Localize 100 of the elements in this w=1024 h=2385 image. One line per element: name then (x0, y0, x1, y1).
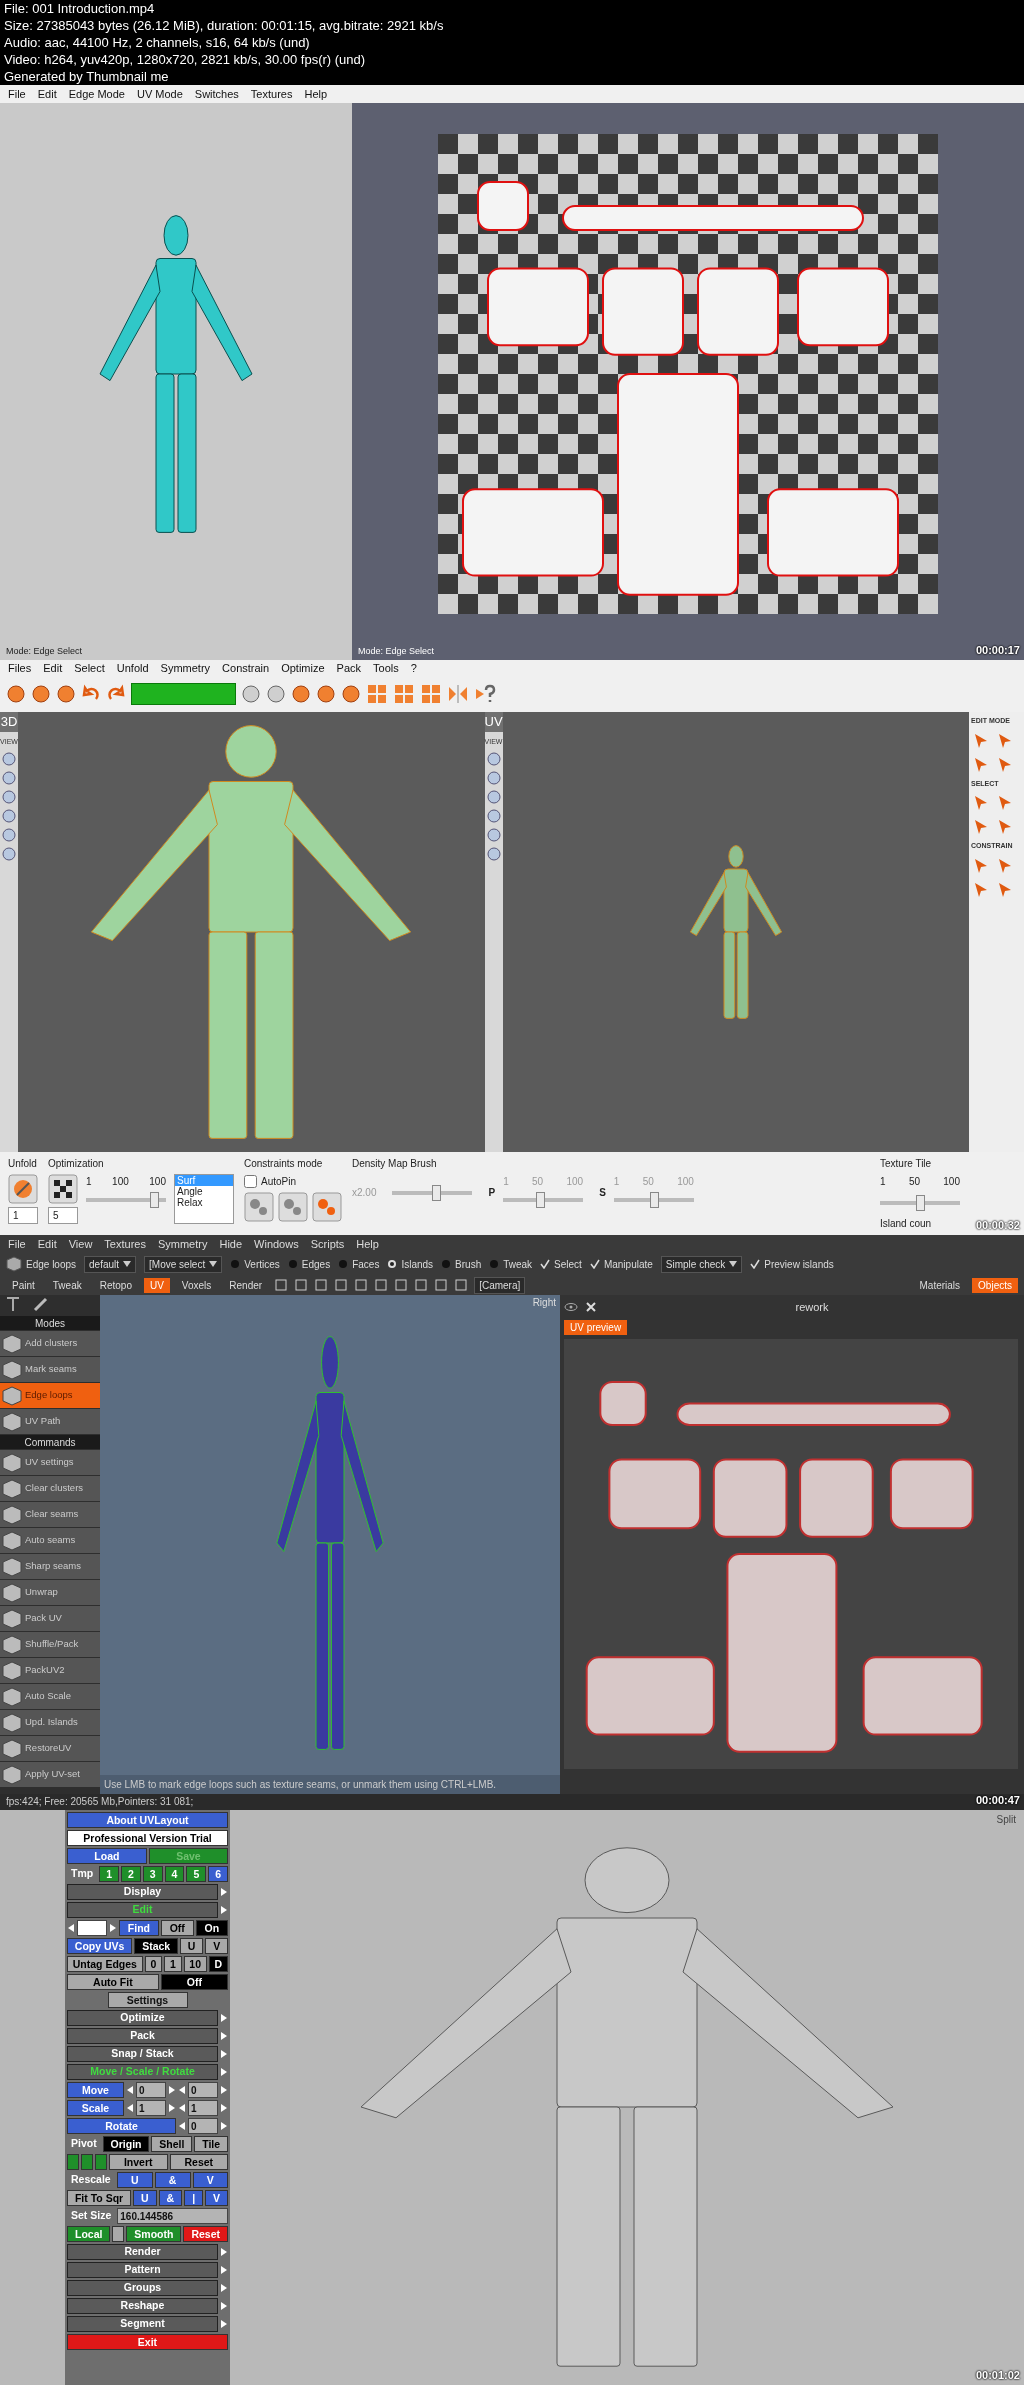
menu-item[interactable]: ? (410, 660, 417, 677)
menu-button[interactable]: Snap / Stack (67, 2046, 218, 2062)
section-button[interactable]: Settings (107, 1992, 188, 2008)
sphere-icon[interactable] (6, 684, 26, 704)
menu-button[interactable]: Reshape (67, 2298, 218, 2314)
sphere-icon[interactable] (2, 752, 16, 766)
tool-list-item[interactable]: Clear seams (0, 1502, 100, 1527)
panel-button[interactable]: Exit (67, 2334, 228, 2350)
checkmark-icon[interactable] (540, 1259, 551, 1269)
radio-icon[interactable] (338, 1259, 349, 1269)
number-field[interactable]: 0 (188, 2118, 218, 2134)
sphere-icon[interactable] (56, 684, 76, 704)
sphere-icon[interactable] (316, 684, 336, 704)
tool-list-item[interactable]: UV Path (0, 1409, 100, 1434)
tool-list-item[interactable]: Auto Scale (0, 1684, 100, 1709)
menu-item[interactable]: Textures (104, 1235, 146, 1253)
sphere-icon[interactable] (291, 684, 311, 704)
menu-item[interactable]: Unfold (116, 660, 149, 677)
eye-icon[interactable] (564, 1302, 578, 1313)
menu-item[interactable]: Files (8, 660, 32, 677)
checkmark-icon[interactable] (750, 1259, 761, 1269)
panel-button[interactable]: V (205, 2190, 228, 2206)
panel-button[interactable]: U (116, 2172, 153, 2188)
menu-item[interactable]: Windows (254, 1235, 299, 1253)
spin-field[interactable]: 5 (48, 1207, 78, 1224)
menu-item[interactable]: Textures (250, 85, 293, 103)
panel-button[interactable]: Local (67, 2226, 111, 2242)
sphere-icon[interactable] (2, 790, 16, 804)
close-icon[interactable] (586, 1302, 596, 1313)
menu-button[interactable]: Render (67, 2244, 218, 2260)
menu-button[interactable]: Segment (67, 2316, 218, 2332)
unfold-icon[interactable] (8, 1174, 38, 1204)
tool-list-item[interactable]: Sharp seams (0, 1554, 100, 1579)
menu-item[interactable]: File (8, 1235, 26, 1253)
sphere-icon[interactable] (486, 790, 501, 804)
frame-icon[interactable] (454, 1278, 469, 1292)
slider-thumb[interactable] (535, 1192, 545, 1208)
panel-button[interactable]: 0 (144, 1956, 163, 1972)
toggle-swatch[interactable] (95, 2154, 107, 2170)
gears-icon[interactable] (312, 1192, 342, 1222)
panel-button[interactable]: Off (160, 1974, 228, 1990)
sphere-icon[interactable] (2, 771, 16, 785)
menu-item[interactable]: File (8, 85, 26, 103)
panel-button[interactable]: 4 (164, 1866, 185, 1882)
panel-button[interactable]: V (205, 1938, 228, 1954)
panel-button[interactable]: Stack (134, 1938, 178, 1954)
panel-button[interactable]: 5 (186, 1866, 207, 1882)
menu-item[interactable]: Optimize (281, 660, 325, 677)
panel-button[interactable]: Find (119, 1920, 159, 1936)
panel-button[interactable]: Auto Fit (67, 1974, 159, 1990)
sphere-icon[interactable] (486, 771, 501, 785)
menu-item[interactable]: Symmetry (157, 1235, 208, 1253)
panel-button[interactable]: Smooth (126, 2226, 182, 2242)
radio-icon[interactable] (387, 1259, 398, 1269)
tool-list-item[interactable]: Unwrap (0, 1580, 100, 1605)
mirror-icon[interactable] (447, 683, 469, 705)
number-field[interactable]: 1 (136, 2100, 166, 2116)
sphere-icon[interactable] (2, 828, 16, 842)
menu-button[interactable]: Pattern (67, 2262, 218, 2278)
pencil-icon[interactable] (32, 1295, 50, 1313)
panel-button[interactable]: V (192, 2172, 228, 2188)
panel-button[interactable]: Fit To Sqr (67, 2190, 132, 2206)
panel-button[interactable]: Move (67, 2082, 124, 2098)
number-field[interactable]: 0 (136, 2082, 166, 2098)
sphere-icon[interactable] (241, 684, 261, 704)
number-field[interactable]: 160.144586 (117, 2208, 228, 2224)
room-tab[interactable]: Voxels (175, 1277, 218, 1293)
tool-list-item[interactable]: Mark seams (0, 1357, 100, 1382)
menu-item[interactable]: Pack (336, 660, 362, 677)
slider-thumb[interactable] (916, 1195, 925, 1211)
menu-item[interactable]: View (68, 1235, 93, 1253)
toggle-swatch[interactable] (81, 2154, 93, 2170)
checkmark-icon[interactable] (589, 1259, 600, 1269)
help-icon[interactable] (474, 683, 496, 705)
toggle-swatch[interactable] (112, 2226, 125, 2242)
panel-button[interactable]: 2 (121, 1866, 141, 1882)
tool-list-item[interactable]: RestoreUV (0, 1736, 100, 1761)
panel-button[interactable]: Origin (102, 2136, 150, 2152)
menu-item[interactable]: Edit (37, 85, 57, 103)
menu-item[interactable]: Select (74, 660, 105, 677)
menu-item[interactable]: Edit (37, 1235, 57, 1253)
tool-list-item[interactable]: PackUV2 (0, 1658, 100, 1683)
menu-item[interactable]: Switches (194, 85, 239, 103)
menu-button[interactable]: Edit (67, 1902, 218, 1918)
sphere-icon[interactable] (486, 828, 501, 842)
panel-button[interactable]: 1 (99, 1866, 119, 1882)
sphere-icon[interactable] (2, 847, 16, 861)
radio-icon[interactable] (287, 1259, 298, 1269)
panel-button[interactable]: | (184, 2190, 204, 2206)
menu-item[interactable]: Edit (43, 660, 63, 677)
list-item[interactable]: Angle (175, 1186, 233, 1197)
tool-list-item[interactable]: Apply UV-set (0, 1762, 100, 1787)
room-tab[interactable]: Paint (6, 1277, 41, 1293)
gears-icon[interactable] (278, 1192, 308, 1222)
number-field[interactable]: 1 (188, 2100, 218, 2116)
panel-button[interactable]: Professional Version Trial (67, 1830, 228, 1846)
tool-list-item[interactable]: Edge loops (0, 1383, 100, 1408)
menu-button[interactable]: Pack (67, 2028, 218, 2044)
panel-button[interactable]: & (154, 2172, 191, 2188)
menu-button[interactable]: Groups (67, 2280, 218, 2296)
